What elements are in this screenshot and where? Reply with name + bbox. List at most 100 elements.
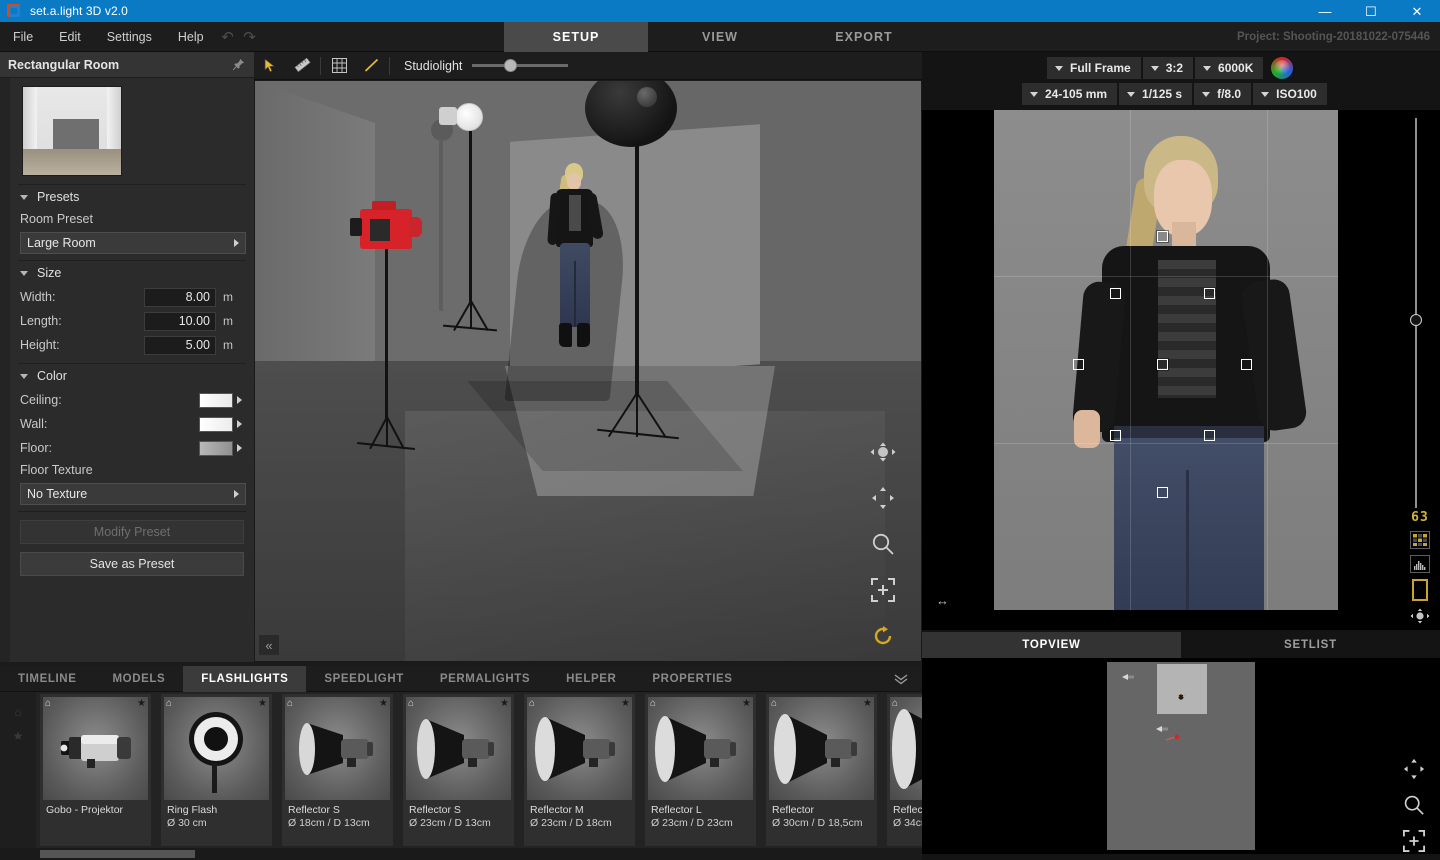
- menu-settings[interactable]: Settings: [94, 22, 165, 52]
- pan-icon[interactable]: [868, 483, 898, 513]
- line-icon[interactable]: [355, 52, 387, 80]
- aperture-dropdown[interactable]: f/8.0: [1194, 83, 1252, 105]
- list-item[interactable]: ⌂ ★ Reflector Ø 34cm / D 41cm: [887, 694, 922, 846]
- favorite-star-icon[interactable]: ★: [621, 698, 630, 709]
- collapse-chevron-icon[interactable]: [894, 673, 908, 685]
- af-point[interactable]: [1157, 487, 1168, 498]
- viewport-3d-scene[interactable]: «: [255, 81, 921, 661]
- home-icon[interactable]: ⌂: [892, 698, 898, 709]
- tab-helper[interactable]: HELPER: [548, 666, 634, 692]
- shutter-speed-dropdown[interactable]: 1/125 s: [1119, 83, 1193, 105]
- af-point[interactable]: [1110, 288, 1121, 299]
- camera-object[interactable]: [350, 201, 422, 249]
- model-object[interactable]: [543, 163, 613, 378]
- list-item[interactable]: ⌂ ★ Reflector M Ø 23cm / D 18cm: [524, 694, 635, 846]
- favorite-star-icon[interactable]: ★: [258, 698, 267, 709]
- zoom-icon[interactable]: [1403, 794, 1425, 816]
- list-item[interactable]: ⌂ ★ Reflector S Ø 23cm / D 13cm: [403, 694, 514, 846]
- af-point[interactable]: [1073, 359, 1084, 370]
- horizontal-resize-icon[interactable]: ↔: [936, 593, 949, 608]
- section-presets[interactable]: Presets: [10, 185, 254, 209]
- wall-color-swatch[interactable]: [199, 416, 233, 432]
- room-preset-dropdown[interactable]: Large Room: [20, 232, 246, 254]
- home-icon[interactable]: ⌂: [287, 698, 293, 709]
- home-icon[interactable]: ⌂: [408, 698, 414, 709]
- af-point[interactable]: [1157, 231, 1168, 242]
- home-icon[interactable]: ⌂: [166, 698, 172, 709]
- af-point[interactable]: [1204, 288, 1215, 299]
- iso-dropdown[interactable]: ISO100: [1253, 83, 1327, 105]
- color-wheel-icon[interactable]: [1271, 57, 1294, 79]
- preview-vertical-slider[interactable]: [1410, 118, 1422, 508]
- scrollbar-thumb[interactable]: [40, 850, 195, 858]
- section-size[interactable]: Size: [10, 261, 254, 285]
- home-icon[interactable]: ⌂: [45, 698, 51, 709]
- af-point[interactable]: [1204, 430, 1215, 441]
- redo-icon[interactable]: ↷: [239, 22, 261, 52]
- studiolight-slider-handle[interactable]: [504, 59, 518, 72]
- grid-icon[interactable]: [323, 52, 355, 80]
- ceiling-color-swatch[interactable]: [199, 392, 233, 408]
- favorite-star-icon[interactable]: ★: [137, 698, 146, 709]
- undo-icon[interactable]: ↶: [217, 22, 239, 52]
- histogram-icon[interactable]: [1410, 555, 1430, 573]
- grid-overlay-icon[interactable]: [1410, 531, 1430, 549]
- tab-permalights[interactable]: PERMALIGHTS: [422, 666, 548, 692]
- reset-rotation-icon[interactable]: [868, 621, 898, 651]
- home-icon[interactable]: ⌂: [771, 698, 777, 709]
- tab-flashlights[interactable]: FLASHLIGHTS: [183, 665, 307, 692]
- preview-slider-handle[interactable]: [1410, 314, 1422, 326]
- library-horizontal-scrollbar[interactable]: [0, 848, 922, 860]
- topview-light-1[interactable]: [1121, 672, 1134, 680]
- af-point[interactable]: [1110, 430, 1121, 441]
- tab-speedlight[interactable]: SPEEDLIGHT: [306, 666, 421, 692]
- pan-icon[interactable]: [1403, 758, 1425, 780]
- floor-texture-dropdown[interactable]: No Texture: [20, 483, 246, 505]
- favorite-star-icon[interactable]: ★: [500, 698, 509, 709]
- favorite-star-icon[interactable]: ★: [863, 698, 872, 709]
- list-item[interactable]: ⌂ ★ Ring Flash Ø 30 cm: [161, 694, 272, 846]
- save-as-preset-button[interactable]: Save as Preset: [20, 552, 244, 576]
- list-item[interactable]: ⌂ ★ Reflector L Ø 23cm / D 23cm: [645, 694, 756, 846]
- modify-preset-button[interactable]: Modify Preset: [20, 520, 244, 544]
- tab-models[interactable]: MODELS: [94, 666, 183, 692]
- home-icon[interactable]: ⌂: [529, 698, 535, 709]
- white-balance-dropdown[interactable]: 6000K: [1195, 57, 1264, 79]
- topview-camera[interactable]: [1165, 734, 1180, 742]
- favorite-star-icon[interactable]: ★: [379, 698, 388, 709]
- section-color[interactable]: Color: [10, 364, 254, 388]
- tab-setup[interactable]: SETUP: [504, 22, 648, 52]
- favorite-filter-icon[interactable]: ★: [10, 728, 26, 744]
- large-reflector-light[interactable]: [585, 81, 677, 147]
- menu-help[interactable]: Help: [165, 22, 217, 52]
- minimize-button[interactable]: —: [1302, 0, 1348, 22]
- tab-properties[interactable]: PROPERTIES: [634, 666, 750, 692]
- camera-stand[interactable]: [357, 249, 443, 451]
- fit-to-frame-icon[interactable]: [1403, 830, 1425, 852]
- sensor-format-dropdown[interactable]: Full Frame: [1047, 57, 1141, 79]
- select-cursor-icon[interactable]: [254, 52, 286, 80]
- light-stand-1[interactable]: [443, 131, 527, 332]
- home-icon[interactable]: ⌂: [650, 698, 656, 709]
- maximize-button[interactable]: ☐: [1348, 0, 1394, 22]
- tab-view[interactable]: VIEW: [648, 22, 792, 52]
- af-point[interactable]: [1157, 359, 1168, 370]
- list-item[interactable]: ⌂ ★ Reflector Ø 30cm / D 18,5cm: [766, 694, 877, 846]
- beauty-dish-light[interactable]: [439, 103, 483, 131]
- height-input[interactable]: 5.00: [144, 335, 216, 355]
- topview-model[interactable]: [1175, 692, 1187, 702]
- tab-topview[interactable]: TOPVIEW: [922, 632, 1181, 658]
- measure-ruler-icon[interactable]: [286, 52, 318, 80]
- orbit-icon[interactable]: [1410, 607, 1430, 625]
- fit-to-frame-icon[interactable]: [868, 575, 898, 605]
- af-point[interactable]: [1241, 359, 1252, 370]
- tab-setlist[interactable]: SETLIST: [1181, 632, 1440, 658]
- close-button[interactable]: ✕: [1394, 0, 1440, 22]
- orbit-icon[interactable]: [868, 437, 898, 467]
- list-item[interactable]: ⌂ ★ Gobo - Projektor: [40, 694, 151, 846]
- left-panel-scroll-gutter[interactable]: [0, 78, 10, 662]
- list-item[interactable]: ⌂ ★ Reflector S Ø 18cm / D 13cm: [282, 694, 393, 846]
- aspect-ratio-dropdown[interactable]: 3:2: [1142, 57, 1194, 79]
- light-stand-2[interactable]: [597, 143, 723, 440]
- zoom-icon[interactable]: [868, 529, 898, 559]
